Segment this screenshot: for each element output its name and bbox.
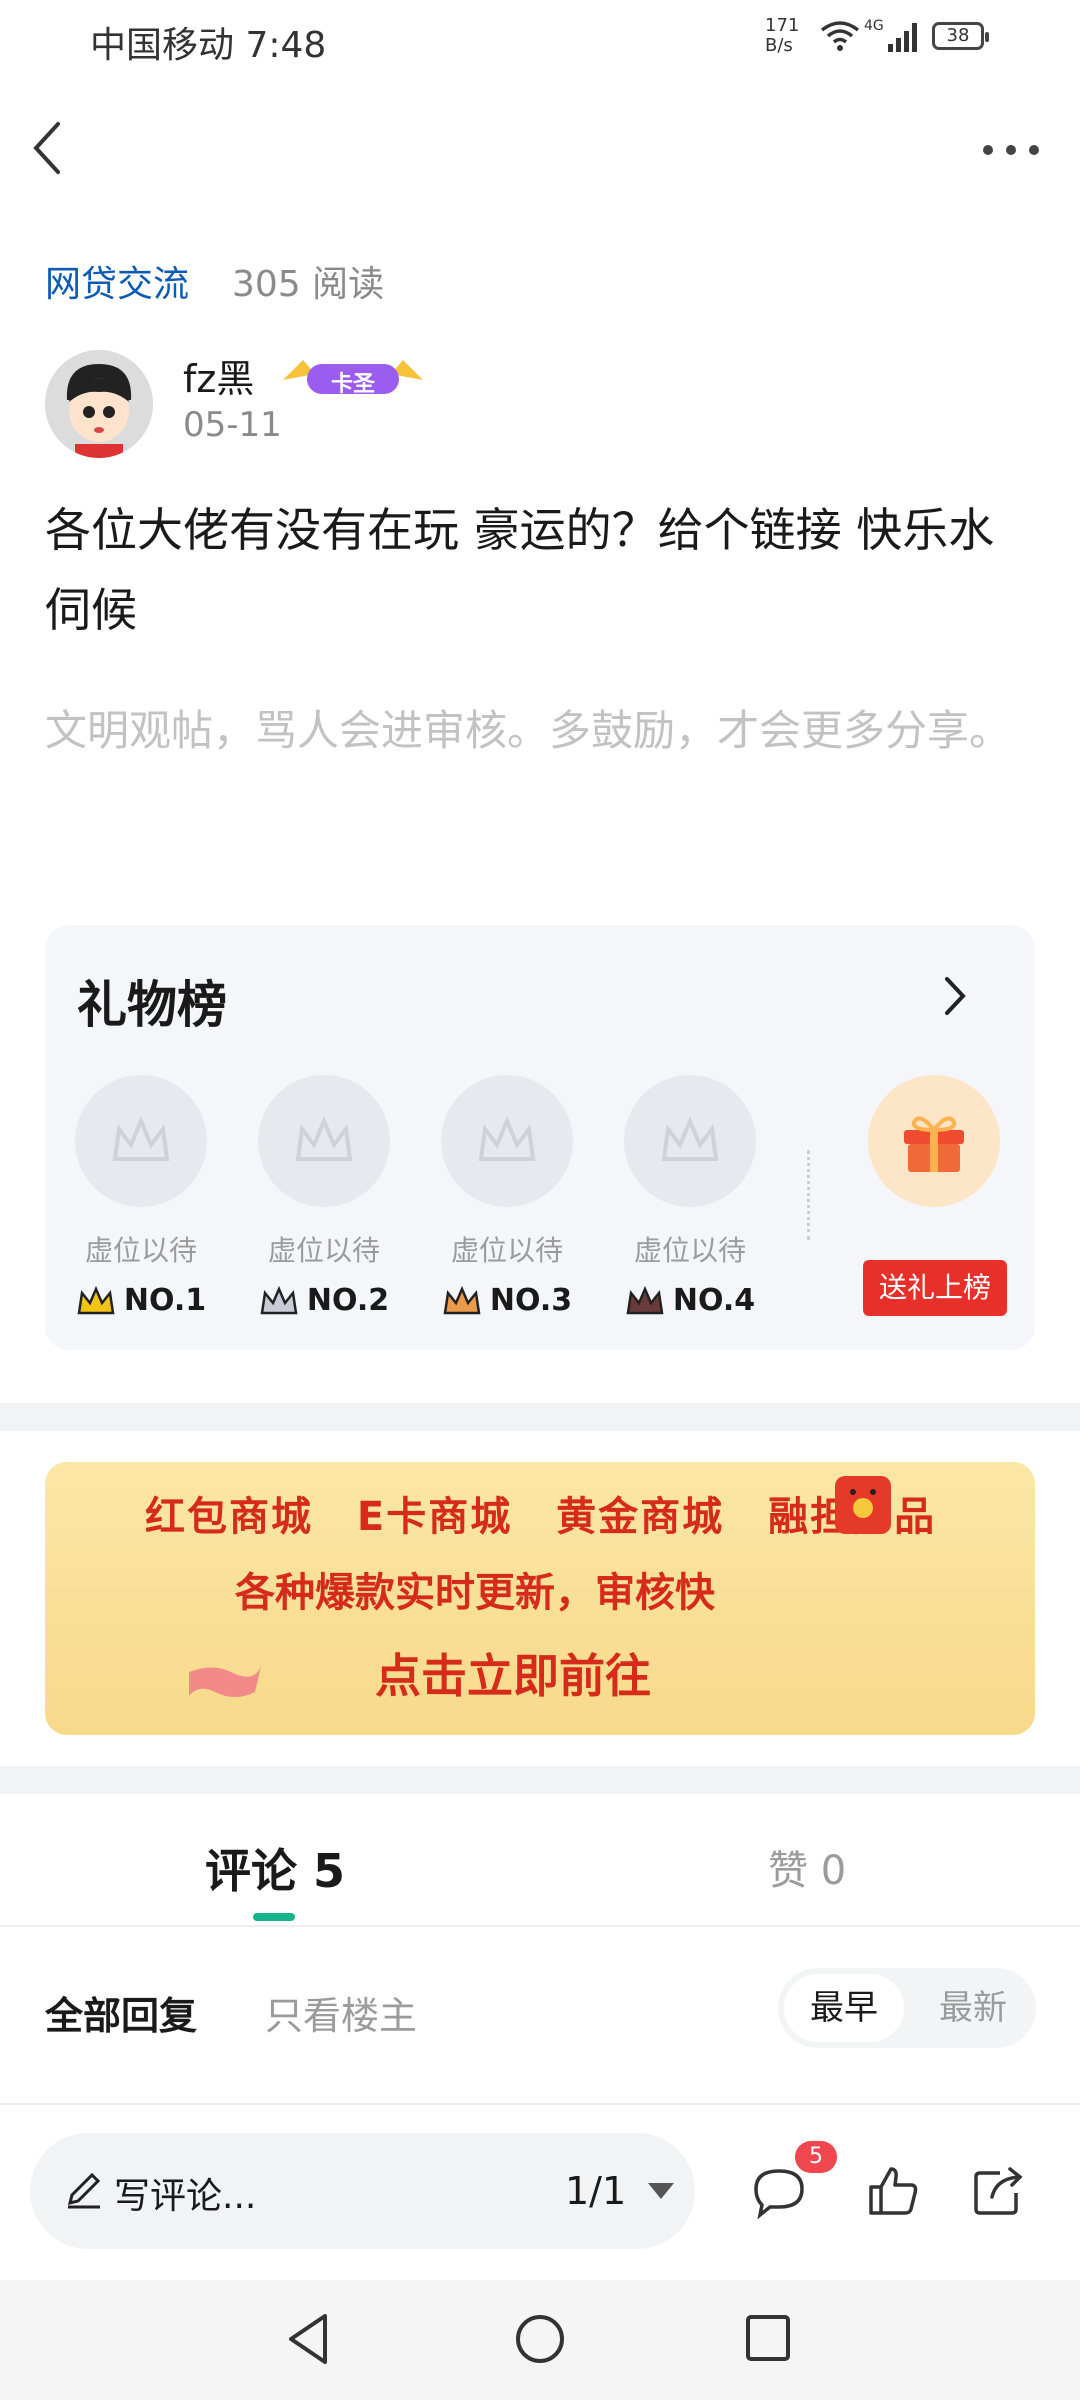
community-notice: 文明观帖，骂人会进审核。多鼓励，才会更多分享。	[45, 706, 1012, 755]
slot-rank: NO.1	[75, 1283, 207, 1318]
filter-all-replies[interactable]: 全部回复	[45, 1985, 197, 2040]
author-name[interactable]: fz黑	[183, 348, 254, 403]
divider	[0, 1925, 1080, 1927]
sort-toggle: 最早 最新	[778, 1968, 1036, 2048]
chevron-right-icon[interactable]	[935, 971, 975, 1021]
gift-box-icon[interactable]	[868, 1075, 1000, 1207]
wifi-icon	[820, 21, 860, 51]
nav-back-triangle-icon[interactable]	[283, 2310, 335, 2368]
speed-value: 171	[765, 15, 800, 36]
filter-op-only[interactable]: 只看楼主	[265, 1985, 417, 2040]
dropdown-triangle-icon[interactable]	[648, 2183, 674, 2199]
section-separator	[0, 1403, 1080, 1431]
crown-placeholder-icon	[624, 1075, 756, 1207]
gift-board-title: 礼物榜	[77, 976, 227, 1034]
comment-placeholder: 写评论...	[114, 2176, 257, 2217]
tab-active-indicator	[253, 1913, 295, 1921]
tab-comments[interactable]: 评论 5	[205, 1835, 345, 1901]
red-envelope-mascot-icon	[835, 1476, 891, 1534]
slot-label: 虚位以待	[84, 1234, 197, 1267]
signal-icon	[888, 23, 917, 52]
status-bar: 中国移动 7:48 171 B/s 4G 38	[0, 0, 1080, 80]
speed-unit: B/s	[765, 35, 793, 56]
rank-text: NO.2	[306, 1283, 390, 1318]
battery-icon: 38	[932, 22, 989, 50]
gift-board: 礼物榜 虚位以待 NO.1 虚位以待 NO.2 虚位以待 NO.3 虚位以待 N…	[45, 925, 1035, 1350]
banner-row3: 点击立即前往	[375, 1649, 651, 1703]
divider	[0, 2103, 1080, 2105]
banner-row1: 红包商城 E卡商城 黄金商城 融担产品	[145, 1494, 937, 1540]
page-indicator[interactable]: 1/1	[565, 2169, 626, 2213]
crown-placeholder-icon	[441, 1075, 573, 1207]
nav-home-circle-icon[interactable]	[514, 2310, 566, 2368]
thumbs-up-icon[interactable]	[865, 2163, 921, 2219]
avatar-cartoon-icon	[45, 350, 153, 458]
sort-newest[interactable]: 最新	[918, 1974, 1028, 2042]
slot-label: 虚位以待	[450, 1234, 563, 1267]
slot-rank: NO.2	[258, 1283, 390, 1318]
user-level-badge: 卡圣	[273, 350, 433, 402]
sort-earliest[interactable]: 最早	[784, 1974, 904, 2042]
read-count: 305 阅读	[232, 264, 385, 305]
network-speed: 171 B/s	[765, 16, 799, 56]
crown-placeholder-icon	[75, 1075, 207, 1207]
post-content: 各位大佬有没有在玩 豪运的？给个链接 快乐水伺候	[45, 503, 995, 637]
rank-text: NO.3	[489, 1283, 573, 1318]
crown-placeholder-icon	[258, 1075, 390, 1207]
gift-slot-3[interactable]: 虚位以待 NO.3	[441, 1075, 573, 1318]
back-chevron-icon[interactable]	[28, 118, 68, 178]
gold-crown-icon	[77, 1285, 115, 1314]
carrier-time: 中国移动 7:48	[90, 25, 327, 66]
network-type: 4G	[864, 18, 884, 34]
nav-recent-square-icon[interactable]	[744, 2313, 792, 2363]
rank-text: NO.4	[672, 1283, 756, 1318]
silver-crown-icon	[260, 1285, 298, 1314]
dark-crown-icon	[626, 1285, 664, 1314]
badge-text: 卡圣	[331, 372, 376, 397]
comment-input[interactable]: 写评论... 1/1	[30, 2133, 695, 2249]
share-icon[interactable]	[970, 2163, 1026, 2219]
divider	[807, 1150, 814, 1240]
more-dots-icon[interactable]	[976, 130, 1046, 170]
tab-likes[interactable]: 赞 0	[768, 1838, 846, 1896]
gift-slot-4[interactable]: 虚位以待 NO.4	[624, 1075, 756, 1318]
slot-rank: NO.3	[441, 1283, 573, 1318]
gift-slot-2[interactable]: 虚位以待 NO.2	[258, 1075, 390, 1318]
bronze-crown-icon	[443, 1285, 481, 1314]
post-date: 05-11	[183, 405, 282, 445]
avatar[interactable]	[45, 350, 153, 458]
comment-bubble-icon[interactable]	[750, 2163, 808, 2221]
category-link[interactable]: 网贷交流	[45, 255, 189, 307]
promo-banner[interactable]: 红包商城 E卡商城 黄金商城 融担产品 各种爆款实时更新，审核快 点击立即前往	[45, 1462, 1035, 1735]
send-gift-button[interactable]: 送礼上榜	[863, 1260, 1007, 1316]
gift-slot-1[interactable]: 虚位以待 NO.1	[75, 1075, 207, 1318]
slot-label: 虚位以待	[633, 1234, 746, 1267]
pencil-icon	[67, 2172, 101, 2209]
slot-label: 虚位以待	[267, 1234, 380, 1267]
comment-count-badge: 5	[795, 2141, 837, 2173]
section-separator	[0, 1766, 1080, 1794]
ribbon-decoration-icon	[189, 1666, 261, 1697]
slot-rank: NO.4	[624, 1283, 756, 1318]
banner-row2: 各种爆款实时更新，审核快	[235, 1570, 715, 1616]
rank-text: NO.1	[123, 1283, 207, 1318]
system-navigation-bar	[0, 2280, 1080, 2400]
